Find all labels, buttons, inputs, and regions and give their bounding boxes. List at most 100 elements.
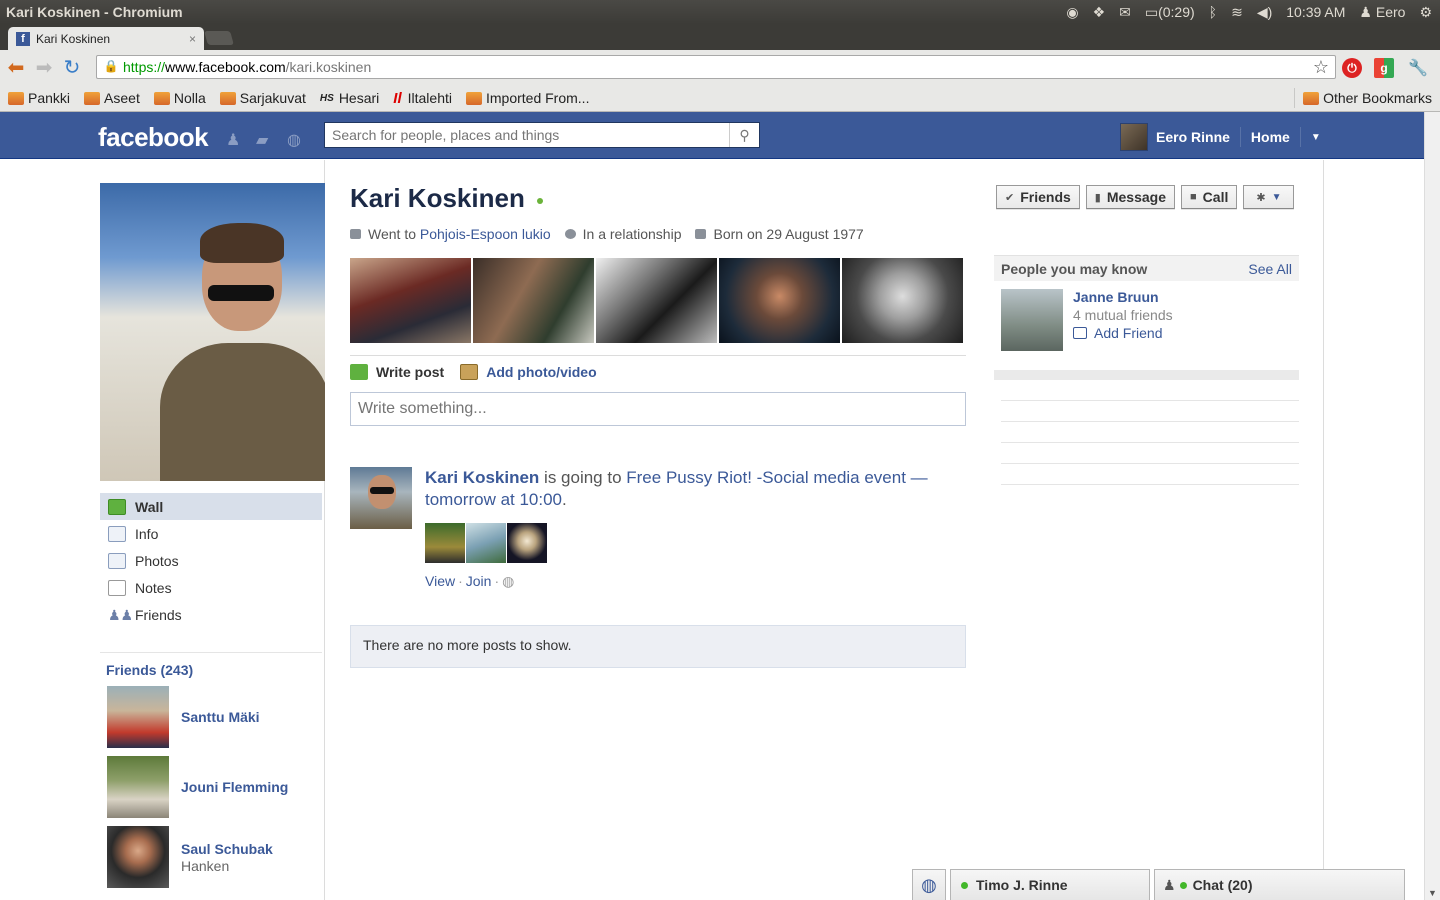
story-avatar[interactable] bbox=[350, 467, 412, 529]
bookmark-iltalehti[interactable]: Il Iltalehti bbox=[393, 90, 452, 107]
user-menu[interactable]: ♟ Eero bbox=[1359, 4, 1405, 21]
attendee-thumbnail[interactable] bbox=[466, 523, 506, 563]
chat-globe-tab[interactable]: ◍ bbox=[912, 869, 946, 900]
attendee-thumbnail[interactable] bbox=[425, 523, 465, 563]
view-link[interactable]: View bbox=[425, 573, 455, 589]
main-column: Kari Koskinen Went to Pohjois-Espoon luk… bbox=[350, 183, 966, 668]
photo-strip-item[interactable] bbox=[719, 258, 840, 343]
chat-tab-timo[interactable]: Timo J. Rinne bbox=[950, 869, 1150, 900]
friend-photo[interactable] bbox=[107, 826, 169, 888]
message-button[interactable]: ▮ Message bbox=[1085, 185, 1176, 209]
bookmark-pankki[interactable]: Pankki bbox=[8, 90, 70, 106]
friend-name[interactable]: Santtu Mäki bbox=[181, 709, 260, 725]
friend-requests-icon[interactable]: ♟ bbox=[226, 130, 246, 149]
notifications-globe-icon[interactable]: ◍ bbox=[287, 130, 307, 149]
call-button[interactable]: ■ Call bbox=[1181, 185, 1238, 209]
user-avatar[interactable] bbox=[1120, 123, 1148, 151]
write-post-tab[interactable]: Write post bbox=[350, 364, 444, 380]
friend-subtitle: Hanken bbox=[181, 857, 230, 874]
spotify-icon[interactable]: ◉ bbox=[1066, 4, 1078, 21]
photo-strip-item[interactable] bbox=[473, 258, 594, 343]
photo-strip-item[interactable] bbox=[350, 258, 471, 343]
dropbox-icon[interactable]: ❖ bbox=[1093, 4, 1106, 21]
profile-picture[interactable] bbox=[100, 183, 325, 481]
placeholder-line bbox=[1001, 380, 1299, 401]
account-menu-chevron-down-icon[interactable]: ▼ bbox=[1311, 132, 1321, 143]
public-globe-icon[interactable]: ◍ bbox=[502, 573, 514, 589]
clock[interactable]: 10:39 AM bbox=[1286, 4, 1345, 20]
header-user-nav: Eero Rinne Home ▼ bbox=[1120, 123, 1321, 151]
nav-item-info[interactable]: Info bbox=[100, 520, 322, 547]
profile-name[interactable]: Kari Koskinen bbox=[350, 183, 525, 214]
friend-photo[interactable] bbox=[107, 686, 169, 748]
chat-sidebar-toggle[interactable]: ♟ Chat (20) bbox=[1154, 869, 1405, 900]
pymk-item: Janne Bruun 4 mutual friends Add Friend bbox=[994, 281, 1299, 359]
friend-item[interactable]: Saul Schubak Hanken bbox=[100, 826, 322, 888]
pymk-mutual[interactable]: 4 mutual friends bbox=[1073, 307, 1173, 323]
chevron-down-icon: ▼ bbox=[1271, 191, 1282, 203]
nav-item-friends[interactable]: ♟♟ Friends bbox=[100, 601, 322, 628]
battery-indicator[interactable]: ▭(0:29) bbox=[1145, 4, 1195, 21]
nav-item-wall[interactable]: Wall bbox=[100, 493, 322, 520]
search-icon[interactable]: ⚲ bbox=[729, 123, 759, 147]
scroll-down-arrow-icon[interactable]: ▼ bbox=[1428, 888, 1437, 898]
iltalehti-icon: Il bbox=[393, 89, 402, 107]
photo-strip-item[interactable] bbox=[596, 258, 717, 343]
avatar-glasses bbox=[370, 487, 394, 494]
bookmark-sarjakuvat[interactable]: Sarjakuvat bbox=[219, 90, 306, 106]
friend-name[interactable]: Jouni Flemming bbox=[181, 779, 288, 795]
facebook-favicon-icon: f bbox=[16, 31, 30, 46]
settings-dropdown-button[interactable]: ✱ ▼ bbox=[1243, 185, 1295, 209]
header-user-name[interactable]: Eero Rinne bbox=[1156, 129, 1230, 145]
new-tab-button[interactable] bbox=[204, 31, 234, 45]
page-scrollbar[interactable]: ▼ bbox=[1424, 112, 1440, 900]
info-icon bbox=[108, 525, 126, 542]
volume-icon[interactable]: ◀) bbox=[1257, 4, 1272, 21]
bookmark-hesari[interactable]: HS Hesari bbox=[320, 90, 379, 106]
adblock-extension-icon[interactable]: ⏻ bbox=[1342, 58, 1362, 78]
nav-item-photos[interactable]: Photos bbox=[100, 547, 322, 574]
nav-item-notes[interactable]: Notes bbox=[100, 574, 322, 601]
bookmark-nolla[interactable]: Nolla bbox=[153, 90, 206, 106]
wrench-icon[interactable]: 🔧 bbox=[1408, 58, 1428, 78]
close-tab-icon[interactable]: × bbox=[189, 32, 196, 46]
friends-button[interactable]: ✔ Friends bbox=[996, 185, 1080, 209]
facebook-logo[interactable]: facebook bbox=[98, 122, 209, 153]
school-link[interactable]: Pohjois-Espoon lukio bbox=[420, 226, 551, 242]
add-photo-tab[interactable]: Add photo/video bbox=[460, 364, 597, 380]
reload-button[interactable]: ↻ bbox=[60, 56, 84, 80]
browser-tab[interactable]: f Kari Koskinen × bbox=[8, 27, 204, 50]
mail-icon[interactable]: ✉ bbox=[1119, 4, 1131, 21]
pymk-name[interactable]: Janne Bruun bbox=[1073, 289, 1173, 305]
status-input[interactable] bbox=[350, 392, 966, 426]
bookmark-aseet[interactable]: Aseet bbox=[84, 90, 140, 106]
hesari-icon: HS bbox=[319, 92, 334, 104]
story-actor-link[interactable]: Kari Koskinen bbox=[425, 468, 539, 487]
messages-icon[interactable]: ▰ bbox=[256, 130, 276, 149]
attendee-thumbnail[interactable] bbox=[507, 523, 547, 563]
address-bar[interactable]: 🔒 https://www.facebook.com/kari.koskinen… bbox=[96, 55, 1336, 79]
home-link[interactable]: Home bbox=[1251, 129, 1290, 145]
wifi-icon[interactable]: ≋ bbox=[1231, 4, 1243, 21]
forward-button[interactable]: ➡ bbox=[32, 56, 56, 80]
bookmark-star-icon[interactable]: ☆ bbox=[1313, 57, 1329, 78]
user-icon: ♟ bbox=[1359, 3, 1372, 20]
photo-strip-item[interactable] bbox=[842, 258, 963, 343]
pymk-photo[interactable] bbox=[1001, 289, 1063, 351]
google-extension-icon[interactable]: g bbox=[1374, 58, 1394, 78]
bookmark-imported[interactable]: Imported From... bbox=[465, 90, 589, 106]
other-bookmarks[interactable]: Other Bookmarks bbox=[1294, 88, 1432, 108]
join-link[interactable]: Join bbox=[466, 573, 492, 589]
see-all-link[interactable]: See All bbox=[1248, 261, 1292, 277]
add-friend-button[interactable]: Add Friend bbox=[1073, 325, 1173, 341]
search-input[interactable] bbox=[325, 124, 730, 146]
bluetooth-icon[interactable]: ᛒ bbox=[1209, 4, 1217, 20]
friend-name[interactable]: Saul Schubak bbox=[181, 841, 273, 857]
back-button[interactable]: ⬅ bbox=[4, 56, 28, 80]
friend-item[interactable]: Santtu Mäki bbox=[100, 686, 322, 748]
friends-header[interactable]: Friends (243) bbox=[100, 662, 322, 678]
friend-photo[interactable] bbox=[107, 756, 169, 818]
gear-icon[interactable]: ⚙ bbox=[1419, 4, 1432, 21]
friend-item[interactable]: Jouni Flemming bbox=[100, 756, 322, 818]
story-actions: View · Join · ◍ bbox=[425, 573, 965, 590]
